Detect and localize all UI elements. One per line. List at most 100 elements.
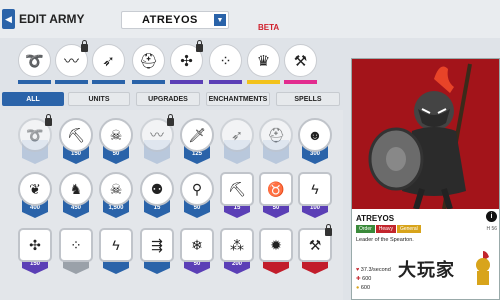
slot-type-bar xyxy=(209,80,242,84)
back-icon: ◀ xyxy=(5,13,12,24)
slot-type-bar xyxy=(247,80,280,84)
army-slot[interactable]: ⁘ xyxy=(209,40,242,84)
chevron-down-icon[interactable]: ▼ xyxy=(214,14,226,26)
stat-rate-value: 37.3/second xyxy=(360,267,391,273)
stat-health-value: 600 xyxy=(362,276,372,282)
army-name: ATREYOS xyxy=(142,14,198,26)
army-slot[interactable]: ➶ xyxy=(92,40,125,84)
army-slot[interactable]: ⛑ xyxy=(132,40,165,84)
beta-label: BETA xyxy=(258,23,280,32)
pickaxe-icon: ⛏ xyxy=(59,118,93,152)
stat-rate: ♥ 37.3/second xyxy=(356,267,391,273)
tab-enchantments[interactable]: ENCHANTMENTS xyxy=(206,92,270,106)
watermark-logo: 大玩家 xyxy=(398,260,455,280)
unit-card[interactable]: ♞ 450 xyxy=(59,172,93,222)
giant-icon: ☠ xyxy=(99,172,133,206)
unit-card[interactable]: ⛑ xyxy=(259,118,293,168)
unit-portrait xyxy=(352,59,499,209)
lightning-icon: ϟ xyxy=(99,228,133,262)
slot-type-bar xyxy=(18,80,51,84)
back-button[interactable]: ◀ xyxy=(2,9,15,29)
spearhead-icon: ⚉ xyxy=(140,172,174,206)
unit-card[interactable]: 〰 xyxy=(140,114,174,168)
slot-type-bar xyxy=(170,80,203,84)
unit-tags: Order Heavy General xyxy=(356,225,421,233)
sword-icon: 🗡 xyxy=(180,118,214,152)
unit-card[interactable]: ✹ xyxy=(259,228,293,278)
army-slot[interactable]: 〰 xyxy=(55,40,88,84)
unit-card[interactable]: ➶ xyxy=(220,118,254,168)
unit-card[interactable]: ⚉ 15 xyxy=(140,172,174,222)
page-title: EDIT ARMY xyxy=(19,12,85,26)
unit-card[interactable]: ♉ 50 xyxy=(259,172,293,222)
crown-icon: ♛ xyxy=(247,44,280,77)
unit-card[interactable]: ϟ xyxy=(99,228,133,278)
unit-card[interactable]: ⛏ 15 xyxy=(220,172,254,222)
unit-card[interactable]: ➰ xyxy=(18,114,52,168)
lock-icon xyxy=(81,40,88,52)
unit-card[interactable]: ϟ 100 xyxy=(298,172,332,222)
unit-card[interactable]: ⚒ xyxy=(298,224,332,278)
army-slot[interactable]: ♛ xyxy=(247,40,280,84)
unit-description: Leader of the Spearton. xyxy=(356,237,414,243)
army-icon: ⁂ xyxy=(220,228,254,262)
slot-type-bar xyxy=(55,80,88,84)
unit-card[interactable]: ⁂ 200 xyxy=(220,228,254,278)
stat-health: ✚ 600 xyxy=(356,276,371,282)
witch-icon: ⚲ xyxy=(180,172,214,206)
lock-icon xyxy=(45,114,52,126)
tab-units[interactable]: UNITS xyxy=(68,92,130,106)
mask-icon: ☻ xyxy=(298,118,332,152)
unit-card[interactable]: ⚲ 50 xyxy=(180,172,214,222)
unit-card[interactable]: ✣ 150 xyxy=(18,228,52,278)
lock-icon xyxy=(196,40,203,52)
tag-order: Order xyxy=(356,225,375,233)
statue-icon: ✣ xyxy=(18,228,52,262)
lock-icon xyxy=(325,224,332,236)
top-bar: ◀ EDIT ARMY ATREYOS ▼ BETA xyxy=(0,0,500,38)
army-slot[interactable]: ⚒ xyxy=(284,40,317,84)
arrows-icon: ⇶ xyxy=(140,228,174,262)
beast-icon: ♉ xyxy=(259,172,293,206)
unit-card[interactable]: ⁘ xyxy=(59,228,93,278)
snow-icon: ❄ xyxy=(180,228,214,262)
unit-card[interactable]: ⛏ 150 xyxy=(59,118,93,168)
slot-type-bar xyxy=(132,80,165,84)
unit-card[interactable]: ☻ 300 xyxy=(298,118,332,168)
unit-card[interactable]: 🗡 125 xyxy=(180,118,214,168)
unit-card[interactable]: ☠ 1,500 xyxy=(99,172,133,222)
bomb-icon: ✹ xyxy=(259,228,293,262)
category-tabs: ALL UNITS UPGRADES ENCHANTMENTS SPELLS xyxy=(0,92,340,108)
info-button[interactable]: i xyxy=(486,211,497,222)
slot-type-bar xyxy=(92,80,125,84)
lungs-icon: ❦ xyxy=(18,172,52,206)
army-slot[interactable]: ➰ xyxy=(18,40,51,84)
info-icon: i xyxy=(490,213,493,220)
unit-card[interactable]: ❄ 50 xyxy=(180,228,214,278)
spearton-portrait-icon xyxy=(352,59,499,209)
tab-upgrades[interactable]: UPGRADES xyxy=(136,92,200,106)
claw-icon: ϟ xyxy=(298,172,332,206)
army-slot[interactable]: ✣ xyxy=(170,40,203,84)
tag-general: General xyxy=(396,225,421,233)
helmet-icon: ⛑ xyxy=(259,118,293,152)
unit-grid: ➰ ⛏ 150 ☠ 50 〰 🗡 125 ➶ ⛑ ☻ 300 ❦ 400 ♞ 450 ☠ 1,500 ⚉ 15 ⚲ 50 ⛏… xyxy=(0,110,343,300)
army-selector[interactable]: ATREYOS ▼ xyxy=(121,11,229,29)
unit-card[interactable]: ❦ 400 xyxy=(18,172,52,222)
anvil-icon: ⚒ xyxy=(284,44,317,77)
pickaxe-upgrade-icon: ⛏ xyxy=(220,172,254,206)
unit-card[interactable]: ⇶ xyxy=(140,228,174,278)
skull-icon: ☠ xyxy=(99,118,133,152)
slot-type-bar xyxy=(284,80,317,84)
tag-heavy: Heavy xyxy=(375,225,396,233)
side-label: H 56 xyxy=(486,226,497,232)
spell-icon: ⁘ xyxy=(209,44,242,77)
army-slots: ➰ 〰 ➶ ⛑ ✣ ⁘ ♛ ⚒ xyxy=(18,40,320,90)
tab-all[interactable]: ALL xyxy=(2,92,64,106)
tab-spells[interactable]: SPELLS xyxy=(276,92,340,106)
stat-gold-value: 600 xyxy=(360,285,371,291)
spell-icon: ⁘ xyxy=(59,228,93,262)
unit-card[interactable]: ☠ 50 xyxy=(99,118,133,168)
helmet-icon: ⛑ xyxy=(132,44,165,77)
bow-icon: ➶ xyxy=(220,118,254,152)
